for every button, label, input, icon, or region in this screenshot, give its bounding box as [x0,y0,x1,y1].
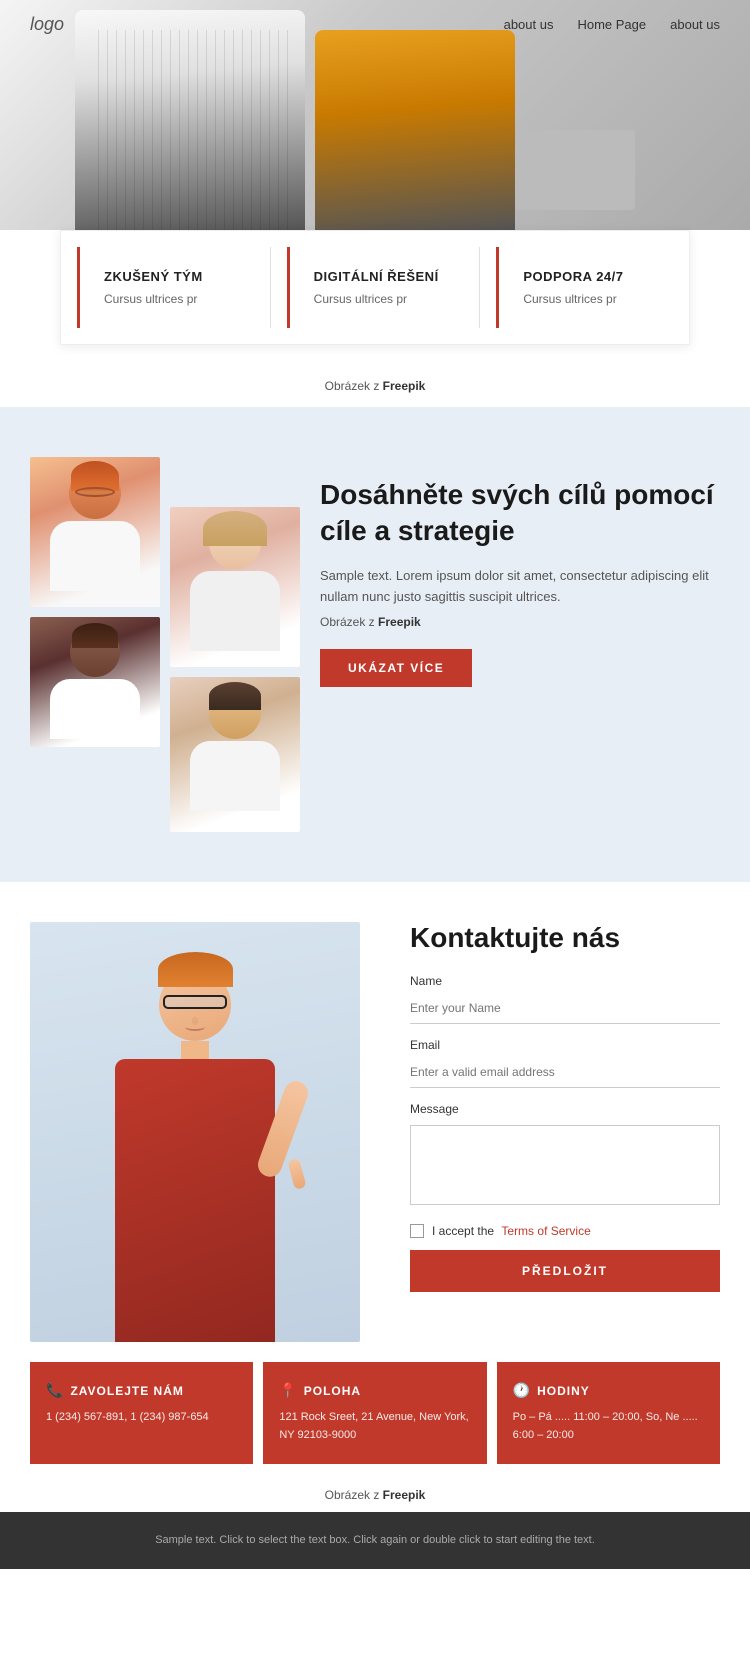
contact-photo [30,922,360,1342]
team-freepik: Obrázek z Freepik [320,615,720,629]
feature-desc-0: Cursus ultrices pr [104,292,230,306]
terms-link[interactable]: Terms of Service [501,1224,590,1238]
feature-divider-1 [270,247,271,328]
contact-person [85,942,305,1342]
checkbox-row: I accept the Terms of Service [410,1224,720,1238]
feature-item-0: ZKUŠENÝ TÝM Cursus ultrices pr [77,247,254,328]
info-card-title-phone: 📞 ZAVOLEJTE NÁM [46,1382,237,1399]
location-icon: 📍 [279,1382,297,1399]
contact-heading: Kontaktujte nás [410,922,720,954]
message-label: Message [410,1102,720,1116]
team-photos [30,457,300,832]
info-card-text-hours: Po – Pá ..... 11:00 – 20:00, So, Ne ....… [513,1409,704,1444]
info-card-hours: 🕐 HODINY Po – Pá ..... 11:00 – 20:00, So… [497,1362,720,1464]
feature-item-1: DIGITÁLNÍ ŘEŠENÍ Cursus ultrices pr [287,247,464,328]
feature-item-2: PODPORA 24/7 Cursus ultrices pr [496,247,673,328]
clock-icon: 🕐 [513,1382,531,1399]
freepik-link-1[interactable]: Freepik [383,379,426,393]
email-input[interactable] [410,1057,720,1088]
info-card-phone: 📞 ZAVOLEJTE NÁM 1 (234) 567-891, 1 (234)… [30,1362,253,1464]
name-label: Name [410,974,720,988]
feature-title-0: ZKUŠENÝ TÝM [104,269,230,284]
info-card-title-hours: 🕐 HODINY [513,1382,704,1399]
email-label: Email [410,1038,720,1052]
form-group-message: Message [410,1102,720,1210]
photo-person-4 [170,677,300,832]
feature-title-2: PODPORA 24/7 [523,269,649,284]
logo: logo [30,14,64,35]
feature-divider-2 [479,247,480,328]
feature-desc-2: Cursus ultrices pr [523,292,649,306]
footer-bar: Sample text. Click to select the text bo… [0,1512,750,1569]
feature-title-1: DIGITÁLNÍ ŘEŠENÍ [314,269,440,284]
photo-col-left [30,457,160,832]
form-group-name: Name [410,974,720,1024]
footer-info: 📞 ZAVOLEJTE NÁM 1 (234) 567-891, 1 (234)… [0,1362,750,1464]
freepik-credit-1: Obrázek z Freepik [0,365,750,407]
hero-person-right [315,30,515,230]
main-nav: about us Home Page about us [504,17,720,32]
team-freepik-link[interactable]: Freepik [378,615,421,629]
team-desc: Sample text. Lorem ipsum dolor sit amet,… [320,566,720,608]
nav-about-us-2[interactable]: about us [670,17,720,32]
team-heading: Dosáhněte svých cílů pomocí cíle a strat… [320,477,720,550]
message-textarea[interactable] [410,1125,720,1205]
footer-freepik: Obrázek z Freepik [0,1478,750,1512]
header: logo about us Home Page about us [0,0,750,49]
footer-freepik-link[interactable]: Freepik [383,1488,426,1502]
terms-checkbox[interactable] [410,1224,424,1238]
contact-section: Kontaktujte nás Name Email Message I acc… [0,882,750,1362]
photo-col-right [170,457,300,832]
phone-icon: 📞 [46,1382,64,1399]
info-card-location: 📍 POLOHA 121 Rock Sreet, 21 Avenue, New … [263,1362,486,1464]
nav-home-page[interactable]: Home Page [577,17,646,32]
photo-person-1 [30,457,160,607]
hero-laptop [515,130,635,210]
contact-form-wrap: Kontaktujte nás Name Email Message I acc… [380,922,720,1292]
person-stripes [90,30,290,230]
photo-person-2 [30,617,160,747]
submit-button[interactable]: PŘEDLOŽIT [410,1250,720,1292]
show-more-button[interactable]: UKÁZAT VÍCE [320,649,472,687]
checkbox-text: I accept the Terms of Service [432,1224,591,1238]
info-card-title-location: 📍 POLOHA [279,1382,470,1399]
footer-bar-text: Sample text. Click to select the text bo… [155,1534,595,1546]
photo-person-3 [170,507,300,667]
form-group-email: Email [410,1038,720,1088]
features-bar: ZKUŠENÝ TÝM Cursus ultrices pr DIGITÁLNÍ… [60,230,690,345]
nav-about-us-1[interactable]: about us [504,17,554,32]
team-section: Dosáhněte svých cílů pomocí cíle a strat… [0,407,750,882]
info-card-text-phone: 1 (234) 567-891, 1 (234) 987-654 [46,1409,237,1427]
info-card-text-location: 121 Rock Sreet, 21 Avenue, New York, NY … [279,1409,470,1444]
name-input[interactable] [410,993,720,1024]
feature-desc-1: Cursus ultrices pr [314,292,440,306]
team-content: Dosáhněte svých cílů pomocí cíle a strat… [320,457,720,687]
